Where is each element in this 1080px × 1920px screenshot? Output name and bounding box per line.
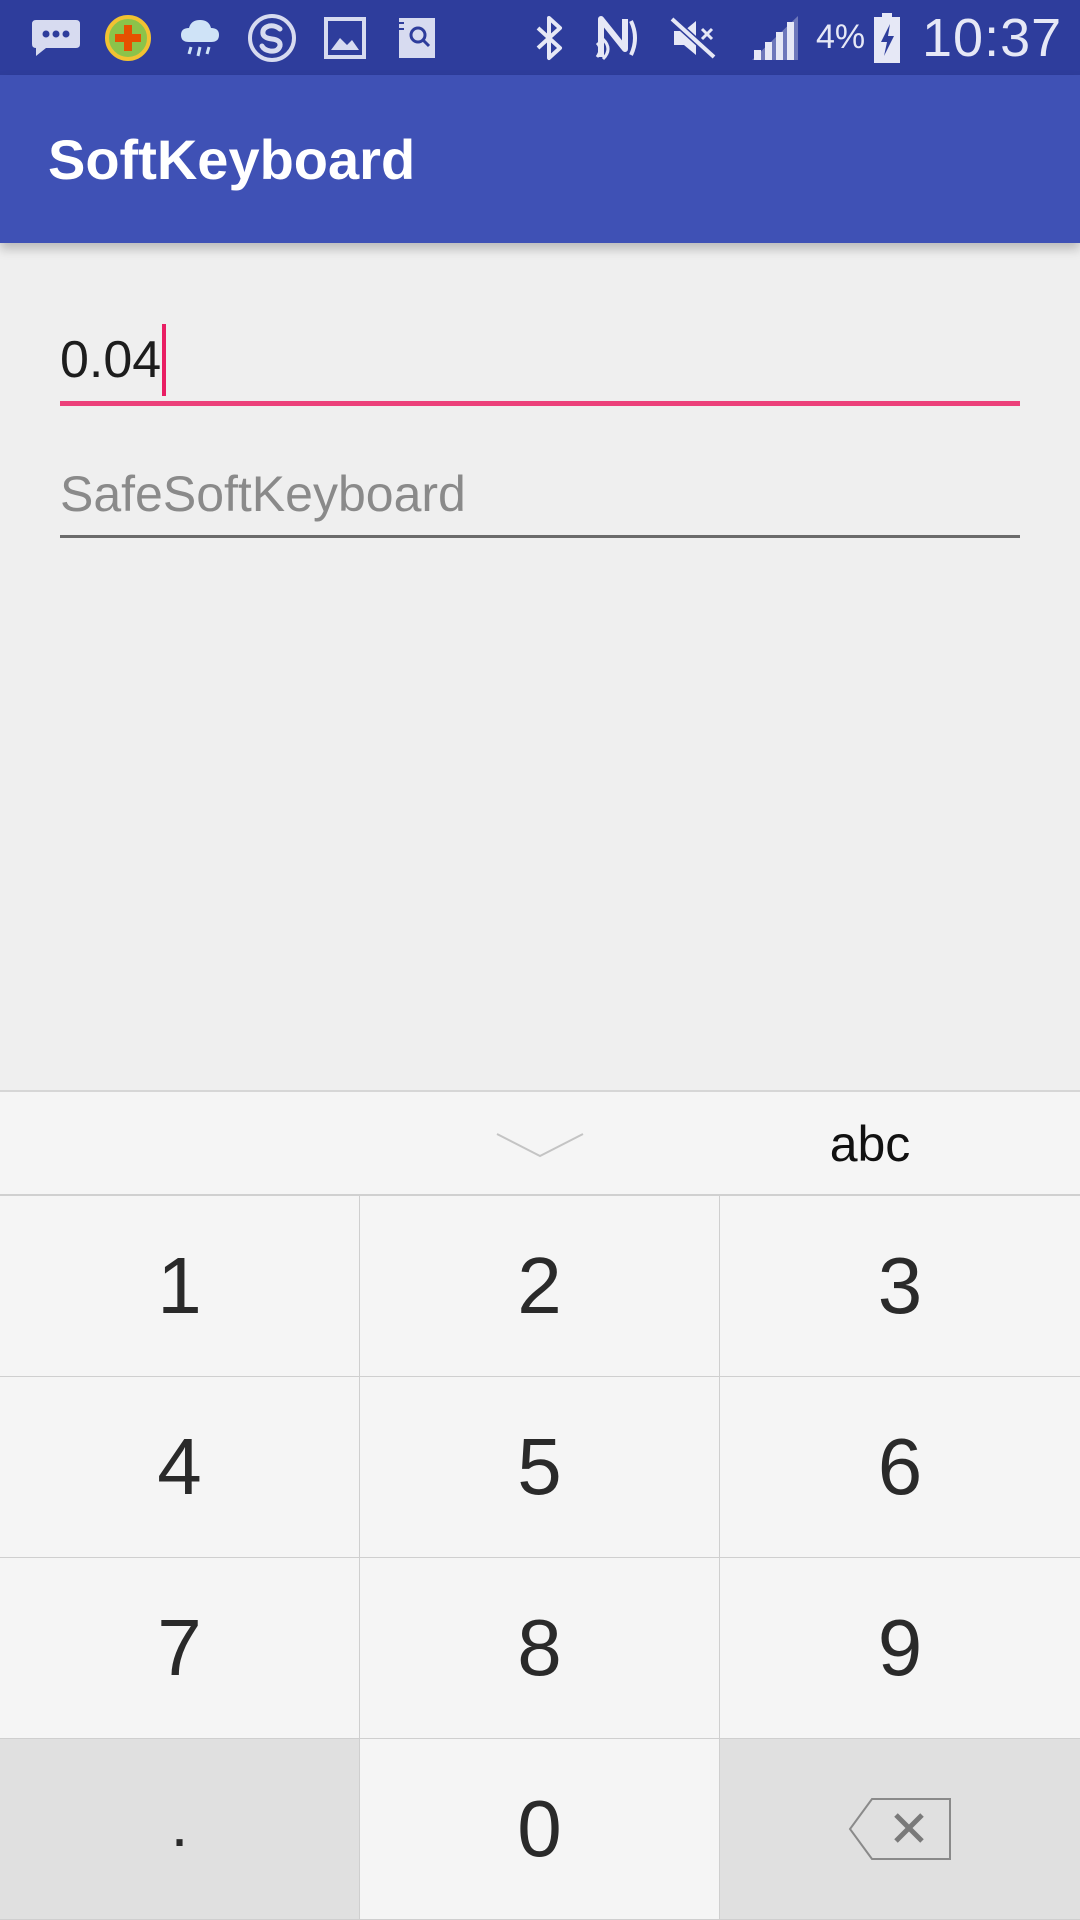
amount-input[interactable]: 0.04 [60,318,1020,406]
signal-icon [748,0,804,75]
key-9[interactable]: 9 [720,1558,1080,1739]
weather-icon [176,0,224,75]
numeric-keyboard: abc 1 2 3 4 5 6 7 8 9 . 0 [0,1090,1080,1920]
safe-keyboard-input-underline [60,535,1020,538]
status-clock: 10:37 [922,7,1063,68]
amount-input-value-wrap: 0.04 [60,324,167,396]
key-8[interactable]: 8 [360,1558,720,1739]
backspace-key[interactable] [720,1739,1080,1920]
abc-mode-button[interactable]: abc [780,1092,960,1196]
amount-input-underline [60,401,1020,406]
file-search-icon [394,0,440,75]
keyboard-header: abc [0,1090,1080,1196]
battery-percentage: 4% [816,18,866,56]
mute-icon [668,0,718,75]
key-3[interactable]: 3 [720,1196,1080,1377]
status-bar: 4% 10:37 [0,0,1080,75]
key-5[interactable]: 5 [360,1377,720,1558]
key-4[interactable]: 4 [0,1377,360,1558]
text-cursor [162,324,167,396]
sogou-icon [246,0,298,75]
key-0[interactable]: 0 [360,1739,720,1920]
key-2[interactable]: 2 [360,1196,720,1377]
key-6[interactable]: 6 [720,1377,1080,1558]
game-icon [104,0,152,75]
collapse-keyboard-button[interactable] [480,1102,600,1188]
chevron-down-icon [496,1133,584,1158]
battery-charging-icon [870,0,904,75]
key-1[interactable]: 1 [0,1196,360,1377]
key-7[interactable]: 7 [0,1558,360,1739]
backspace-icon [848,1798,951,1860]
bluetooth-icon [528,0,570,75]
amount-input-value: 0.04 [60,330,162,389]
app-title: SoftKeyboard [48,127,416,191]
message-icon [28,0,84,75]
safe-keyboard-input[interactable]: SafeSoftKeyboard [60,458,1020,538]
safe-keyboard-placeholder: SafeSoftKeyboard [60,466,466,522]
gallery-icon [322,0,368,75]
nfc-icon [594,0,646,75]
app-bar: SoftKeyboard [0,75,1080,243]
key-decimal-point[interactable]: . [0,1739,360,1920]
